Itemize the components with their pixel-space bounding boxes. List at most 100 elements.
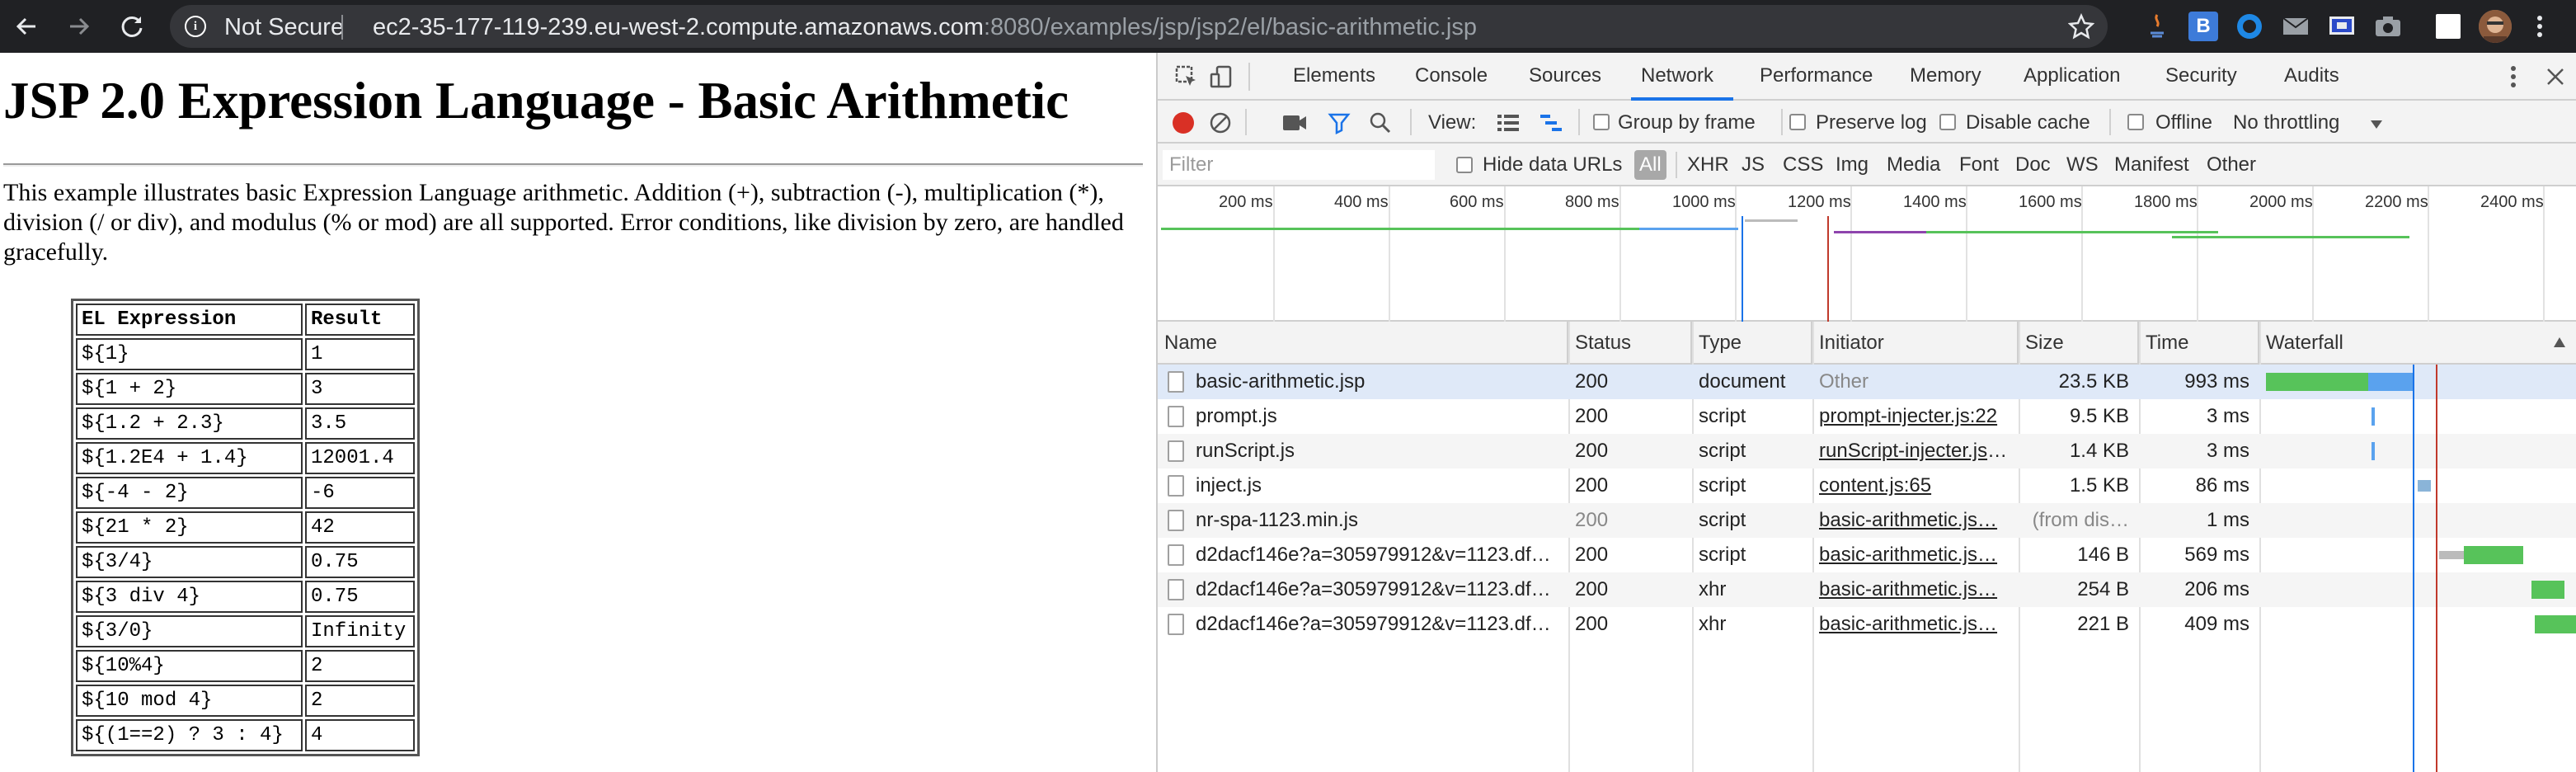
filter-type-css[interactable]: CSS (1783, 153, 1823, 177)
sort-up-icon[interactable] (2553, 337, 2566, 352)
camera-extension-icon[interactable] (2373, 12, 2403, 41)
waterfall-view-icon[interactable] (1539, 113, 1563, 137)
security-label[interactable]: Not Secure (224, 14, 344, 41)
column-header-waterfall[interactable]: Waterfall (2259, 322, 2576, 365)
forward-arrow-icon[interactable] (61, 8, 97, 45)
request-row[interactable]: basic-arithmetic.jsp 200 document Other … (1158, 365, 2576, 399)
filter-type-other[interactable]: Other (2207, 153, 2256, 177)
filter-type-xhr[interactable]: XHR (1687, 153, 1729, 177)
request-name[interactable]: d2dacf146e?a=305979912&v=1123.df… (1196, 572, 1562, 607)
browser-toolbar: i Not Secure ec2-35-177-119-239.eu-west-… (0, 0, 2576, 53)
offline-checkbox[interactable] (2127, 114, 2144, 130)
result-cell: 3.5 (305, 407, 415, 440)
request-time: 569 ms (2184, 544, 2249, 566)
filter-type-font[interactable]: Font (1959, 153, 1999, 177)
tab-audits[interactable]: Audits (2284, 64, 2339, 87)
timeline-tick: 1600 ms (2019, 193, 2082, 211)
record-icon[interactable] (1173, 112, 1194, 134)
filter-type-js[interactable]: JS (1742, 153, 1765, 177)
throttling-select[interactable]: No throttling (2233, 111, 2339, 134)
filter-type-all[interactable]: All (1634, 150, 1666, 180)
page-content: JSP 2.0 Expression Language - Basic Arit… (0, 53, 1158, 772)
tab-application[interactable]: Application (2024, 64, 2120, 87)
request-name[interactable]: d2dacf146e?a=305979912&v=1123.df… (1196, 607, 1562, 642)
request-name[interactable]: nr-spa-1123.min.js (1196, 503, 1562, 538)
request-row[interactable]: d2dacf146e?a=305979912&v=1123.df… 200 xh… (1158, 607, 2576, 642)
filter-type-media[interactable]: Media (1887, 153, 1940, 177)
table-row: ${3/0} Infinity (76, 615, 415, 647)
tab-sources[interactable]: Sources (1529, 64, 1601, 87)
mail-extension-icon[interactable] (2281, 12, 2310, 41)
request-name[interactable]: runScript.js (1196, 434, 1562, 468)
column-header-size[interactable]: Size (2019, 322, 2139, 365)
circle-extension-icon[interactable] (2235, 12, 2264, 41)
request-name[interactable]: prompt.js (1196, 399, 1562, 434)
inspect-element-icon[interactable] (1174, 64, 1199, 93)
request-name[interactable]: d2dacf146e?a=305979912&v=1123.df… (1196, 538, 1562, 572)
request-row[interactable]: prompt.js 200 script prompt-injecter.js:… (1158, 399, 2576, 434)
screen-extension-icon[interactable] (2327, 12, 2357, 41)
bookmark-star-icon[interactable] (2067, 12, 2095, 44)
clear-icon[interactable] (1209, 111, 1232, 139)
request-initiator[interactable]: basic-arithmetic.js… (1819, 503, 2012, 538)
filter-type-manifest[interactable]: Manifest (2114, 153, 2189, 177)
timeline-tick: 1000 ms (1672, 193, 1736, 211)
column-header-status[interactable]: Status (1568, 322, 1692, 365)
filter-type-doc[interactable]: Doc (2015, 153, 2051, 177)
filter-input[interactable] (1163, 150, 1435, 180)
reload-icon[interactable] (114, 8, 150, 45)
request-row[interactable]: d2dacf146e?a=305979912&v=1123.df… 200 xh… (1158, 572, 2576, 607)
filter-type-ws[interactable]: WS (2066, 153, 2099, 177)
video-capture-icon[interactable] (1281, 112, 1308, 138)
info-icon[interactable]: i (185, 16, 206, 37)
java-extension-icon[interactable] (2142, 12, 2172, 41)
column-header-name[interactable]: Name (1158, 322, 1568, 365)
request-name[interactable]: basic-arithmetic.jsp (1196, 365, 1562, 399)
disable-cache-checkbox[interactable] (1939, 114, 1956, 130)
request-row[interactable]: nr-spa-1123.min.js 200 script basic-arit… (1158, 503, 2576, 538)
request-initiator[interactable]: prompt-injecter.js:22 (1819, 399, 2012, 434)
request-initiator[interactable]: basic-arithmetic.js… (1819, 572, 2012, 607)
group-by-frame-checkbox[interactable] (1593, 114, 1610, 130)
device-toolbar-icon[interactable] (1209, 64, 1234, 93)
tab-network[interactable]: Network (1641, 64, 1713, 87)
tab-console[interactable]: Console (1415, 64, 1488, 87)
tab-security[interactable]: Security (2165, 64, 2237, 87)
request-initiator[interactable]: runScript-injecter.js:… (1819, 434, 2012, 468)
expression-cell: ${1} (76, 338, 303, 370)
result-cell: 0.75 (305, 546, 415, 578)
request-row[interactable]: inject.js 200 script content.js:65 1.5 K… (1158, 468, 2576, 503)
more-vertical-icon[interactable] (2508, 63, 2518, 95)
request-row[interactable]: d2dacf146e?a=305979912&v=1123.df… 200 sc… (1158, 538, 2576, 572)
request-initiator[interactable]: content.js:65 (1819, 468, 2012, 503)
close-icon[interactable] (2545, 66, 2566, 92)
column-header-initiator[interactable]: Initiator (1812, 322, 2019, 365)
dom-content-loaded-marker (2413, 365, 2414, 772)
network-overview[interactable]: 200 ms 400 ms 600 ms 800 ms 1000 ms 1200… (1158, 186, 2576, 322)
request-initiator[interactable]: basic-arithmetic.js… (1819, 607, 2012, 642)
grid-line (1504, 186, 1506, 322)
filter-type-img[interactable]: Img (1836, 153, 1869, 177)
preserve-log-checkbox[interactable] (1789, 114, 1806, 130)
chevron-down-icon[interactable] (2370, 119, 2383, 134)
list-view-icon[interactable] (1496, 113, 1521, 137)
back-arrow-icon[interactable] (8, 8, 45, 45)
more-vertical-icon[interactable] (2531, 12, 2548, 41)
request-name[interactable]: inject.js (1196, 468, 1562, 503)
bitwarden-extension-icon[interactable]: B (2188, 12, 2218, 41)
url-text[interactable]: ec2-35-177-119-239.eu-west-2.compute.ama… (373, 14, 1477, 41)
profile-avatar[interactable] (2479, 10, 2512, 43)
tab-performance[interactable]: Performance (1760, 64, 1873, 87)
tab-memory[interactable]: Memory (1910, 64, 1981, 87)
document-icon (1168, 475, 1184, 497)
column-header-type[interactable]: Type (1692, 322, 1812, 365)
address-bar[interactable]: i Not Secure ec2-35-177-119-239.eu-west-… (170, 5, 2108, 48)
result-cell: 1 (305, 338, 415, 370)
tab-elements[interactable]: Elements (1293, 64, 1375, 87)
request-initiator[interactable]: basic-arithmetic.js… (1819, 538, 2012, 572)
request-row[interactable]: runScript.js 200 script runScript-inject… (1158, 434, 2576, 468)
column-header-time[interactable]: Time (2139, 322, 2259, 365)
hide-data-urls-checkbox[interactable] (1456, 157, 1473, 173)
search-icon[interactable] (1369, 111, 1392, 139)
filter-funnel-icon[interactable] (1328, 111, 1351, 139)
